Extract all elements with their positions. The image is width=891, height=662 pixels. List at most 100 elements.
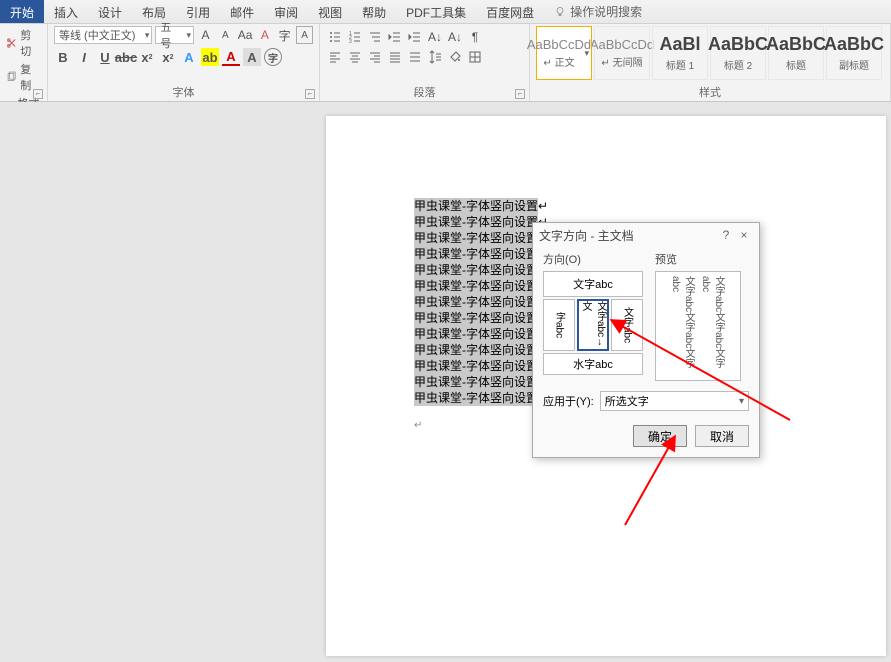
style-item-0[interactable]: AaBbCcDd↵ 正文: [536, 26, 592, 80]
style-label: ↵ 正文: [543, 54, 574, 69]
orientation-horizontal[interactable]: 文字abc: [543, 271, 643, 297]
decrease-indent-button[interactable]: [386, 28, 404, 46]
multilevel-icon: [368, 30, 382, 44]
italic-button[interactable]: I: [75, 48, 93, 66]
change-case-button[interactable]: Aa: [237, 26, 254, 44]
dialog-help-button[interactable]: ?: [717, 228, 735, 242]
tab-references[interactable]: 引用: [176, 0, 220, 23]
outdent-icon: [388, 30, 402, 44]
phonetic-guide-button[interactable]: 字: [276, 26, 293, 44]
align-right-button[interactable]: [366, 48, 384, 66]
tab-mailings[interactable]: 邮件: [220, 0, 264, 23]
tab-pdf[interactable]: PDF工具集: [396, 0, 476, 23]
tab-view[interactable]: 视图: [308, 0, 352, 23]
orientation-rotated[interactable]: 水字abc: [543, 353, 643, 375]
clipboard-dialog-launcher[interactable]: ⌐: [33, 89, 43, 99]
tab-help[interactable]: 帮助: [352, 0, 396, 23]
bullets-icon: [328, 30, 342, 44]
enclose-char-button[interactable]: 字: [264, 48, 282, 66]
dialog-close-button[interactable]: ×: [735, 228, 753, 242]
underline-button[interactable]: U: [96, 48, 114, 66]
char-shading-button[interactable]: A: [243, 48, 261, 66]
increase-indent-button[interactable]: [406, 28, 424, 46]
numbering-button[interactable]: 123: [346, 28, 364, 46]
justify-button[interactable]: [386, 48, 404, 66]
cut-label: 剪切: [20, 27, 41, 59]
apply-to-select[interactable]: 所选文字: [600, 391, 749, 411]
scissors-icon: [6, 37, 17, 49]
font-name-select[interactable]: 等线 (中文正文): [54, 26, 152, 44]
align-center-icon: [348, 50, 362, 64]
ok-button[interactable]: 确定: [633, 425, 687, 447]
selected-line: 甲虫课堂-字体竖向设置↵: [414, 198, 538, 214]
style-item-5[interactable]: AaBbC副标题: [826, 26, 882, 80]
cancel-button[interactable]: 取消: [695, 425, 749, 447]
tab-baidu[interactable]: 百度网盘: [476, 0, 544, 23]
font-size-select[interactable]: 五号: [155, 26, 194, 44]
selected-line: 甲虫课堂-字体竖向设置↵: [414, 326, 538, 342]
orientation-vertical-1[interactable]: 字abc: [543, 299, 575, 351]
show-marks-button[interactable]: ¶: [466, 28, 484, 46]
char-border-button[interactable]: A: [296, 26, 313, 44]
preview-box: 文字abc文字abc文字abc 文字abc文字abc文字abc: [655, 271, 741, 381]
dialog-titlebar[interactable]: 文字方向 - 主文档 ? ×: [533, 223, 759, 247]
tell-me-search[interactable]: 操作说明搜索: [544, 0, 652, 23]
tab-insert[interactable]: 插入: [44, 0, 88, 23]
tab-design[interactable]: 设计: [88, 0, 132, 23]
selected-text-block[interactable]: 甲虫课堂-字体竖向设置↵甲虫课堂-字体竖向设置↵甲虫课堂-字体竖向设置↵甲虫课堂…: [414, 198, 538, 406]
shading-button[interactable]: [446, 48, 464, 66]
style-item-3[interactable]: AaBbC标题 2: [710, 26, 766, 80]
grow-font-button[interactable]: A: [197, 26, 214, 44]
orientation-vertical-3[interactable]: 文字abc: [611, 299, 643, 351]
cut-button[interactable]: 剪切: [6, 26, 41, 60]
paragraph-dialog-launcher[interactable]: ⌐: [515, 89, 525, 99]
style-label: ↵ 无间隔: [601, 54, 642, 69]
direction-label: 方向(O): [543, 251, 643, 267]
tell-me-label: 操作说明搜索: [570, 3, 642, 20]
align-center-button[interactable]: [346, 48, 364, 66]
highlight-button[interactable]: ab: [201, 48, 219, 66]
shrink-font-button[interactable]: A: [217, 26, 234, 44]
strikethrough-button[interactable]: abc: [117, 48, 135, 66]
selected-line: 甲虫课堂-字体竖向设置↵: [414, 214, 538, 230]
selected-line: 甲虫课堂-字体竖向设置↵: [414, 374, 538, 390]
orientation-vertical-2[interactable]: 文字abc→文: [577, 299, 609, 351]
line-spacing-button[interactable]: [426, 48, 444, 66]
numbering-icon: 123: [348, 30, 362, 44]
align-left-button[interactable]: [326, 48, 344, 66]
paragraph-mark: ↵: [414, 420, 422, 431]
style-item-2[interactable]: AaBl标题 1: [652, 26, 708, 80]
styles-gallery[interactable]: AaBbCcDd↵ 正文AaBbCcDd↵ 无间隔AaBl标题 1AaBbC标题…: [536, 26, 884, 80]
multilevel-list-button[interactable]: [366, 28, 384, 46]
tab-review[interactable]: 审阅: [264, 0, 308, 23]
clear-formatting-button[interactable]: A: [256, 26, 273, 44]
orientation-options: 文字abc 字abc 文字abc→文 文字abc 水字abc: [543, 271, 643, 375]
distribute-icon: [408, 50, 422, 64]
sort-button[interactable]: A↓: [446, 28, 464, 46]
style-preview: AaBbC: [708, 34, 768, 55]
borders-button[interactable]: [466, 48, 484, 66]
distribute-button[interactable]: [406, 48, 424, 66]
style-item-4[interactable]: AaBbC标题: [768, 26, 824, 80]
group-font: 等线 (中文正文) 五号 A A Aa A 字 A B I U abc x2 x…: [48, 24, 320, 101]
text-effects-button[interactable]: A: [180, 48, 198, 66]
ribbon-tabs: 开始 插入 设计 布局 引用 邮件 审阅 视图 帮助 PDF工具集 百度网盘 操…: [0, 0, 891, 24]
style-preview: AaBbC: [766, 34, 826, 55]
font-color-button[interactable]: A: [222, 48, 240, 66]
group-styles: AaBbCcDd↵ 正文AaBbCcDd↵ 无间隔AaBl标题 1AaBbC标题…: [530, 24, 891, 101]
text-direction-dialog: 文字方向 - 主文档 ? × 方向(O) 文字abc 字abc 文字abc→文 …: [532, 222, 760, 458]
style-label: 副标题: [839, 57, 869, 72]
lightbulb-icon: [554, 6, 566, 18]
preview-col-1: 文字abc文字abc文字abc: [670, 276, 696, 376]
bold-button[interactable]: B: [54, 48, 72, 66]
subscript-button[interactable]: x2: [138, 48, 156, 66]
style-label: 标题 1: [666, 57, 694, 72]
bucket-icon: [448, 50, 462, 64]
copy-icon: [6, 71, 17, 83]
asian-layout-button[interactable]: A↓: [426, 28, 444, 46]
bullets-button[interactable]: [326, 28, 344, 46]
font-dialog-launcher[interactable]: ⌐: [305, 89, 315, 99]
style-item-1[interactable]: AaBbCcDd↵ 无间隔: [594, 26, 650, 80]
tab-home[interactable]: 开始: [0, 0, 44, 23]
font-group-label: 字体: [48, 84, 319, 100]
